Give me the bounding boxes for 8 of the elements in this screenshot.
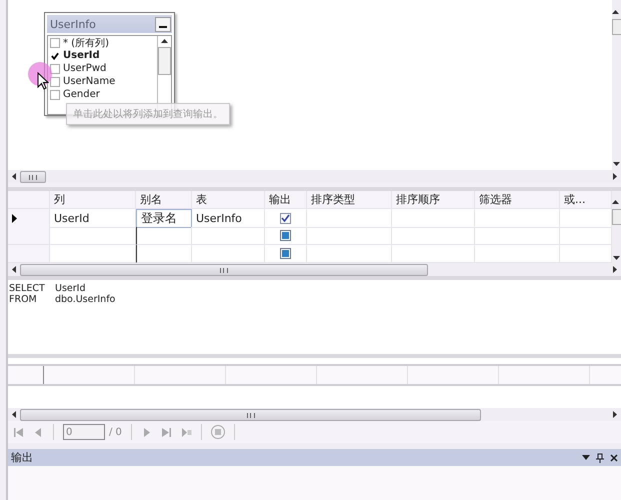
panel-title: 输出: [11, 450, 33, 465]
tooltip: 单击此处以将列添加到查询输出。: [66, 103, 230, 125]
sql-keyword: FROM: [9, 294, 38, 305]
sql-text: dbo.UserInfo: [55, 294, 116, 305]
record-count: / 0: [109, 426, 122, 438]
table-title: UserInfo: [50, 18, 96, 30]
sql-text: UserId: [55, 283, 86, 294]
sql-keyword: SELECT: [9, 283, 46, 294]
